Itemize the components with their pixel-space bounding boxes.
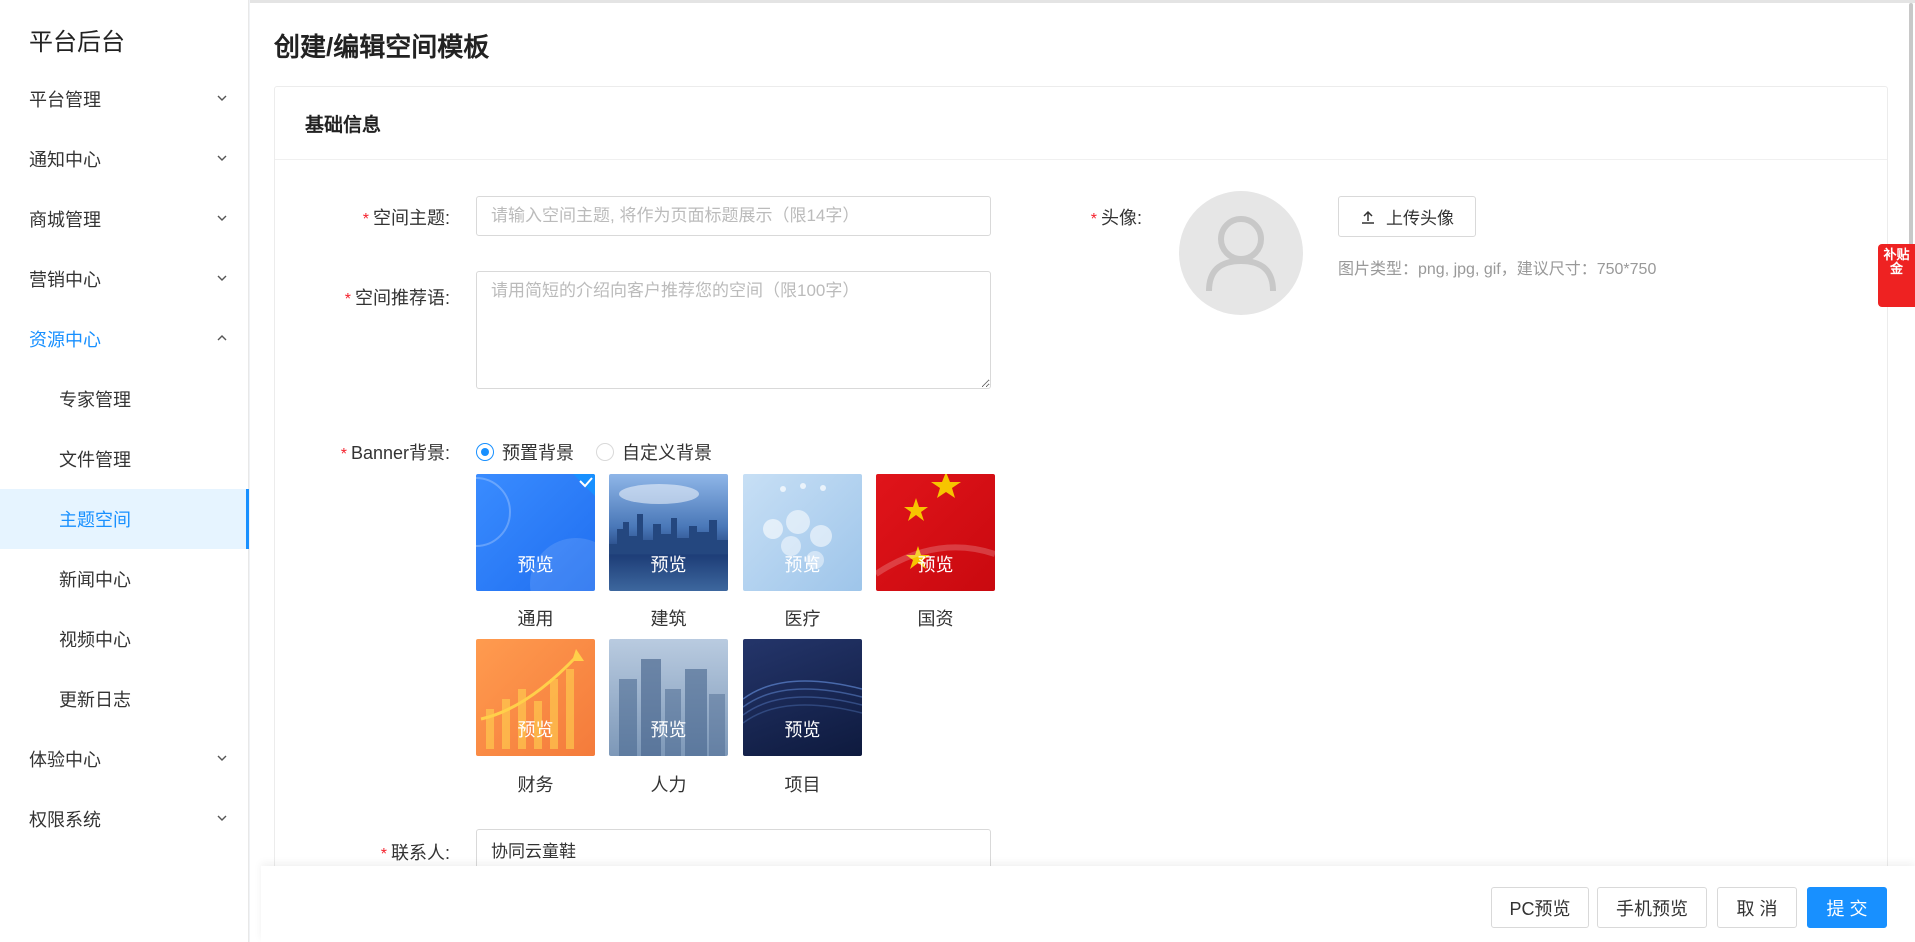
- sidebar-item-label: 视频中心: [59, 630, 131, 650]
- upload-avatar-button[interactable]: 上传头像: [1338, 196, 1476, 237]
- sidebar-item-label: 新闻中心: [59, 570, 131, 590]
- banner-label: * Banner背景:: [340, 443, 450, 463]
- main-content: 创建/编辑空间模板 基础信息 *空间主题: *空间推荐语: *头像: *Bann…: [250, 0, 1915, 942]
- sidebar-item-experience-center[interactable]: 体验中心: [0, 729, 249, 789]
- subsidy-badge[interactable]: 补贴金: [1878, 244, 1915, 307]
- scrollbar[interactable]: [1907, 3, 1915, 253]
- sidebar-item-video-center[interactable]: 视频中心: [0, 609, 249, 669]
- sidebar-item-news-center[interactable]: 新闻中心: [0, 549, 249, 609]
- preview-label: 预览: [784, 720, 821, 740]
- sidebar-item-topic-space[interactable]: 主题空间: [0, 489, 249, 549]
- banner-tile-finance[interactable]: 预览: [476, 639, 595, 756]
- sidebar-item-platform-manage[interactable]: 平台管理: [0, 69, 249, 129]
- banner-tile-state-owned[interactable]: 预览: [876, 474, 995, 591]
- sidebar-item-notice-center[interactable]: 通知中心: [0, 129, 249, 189]
- sidebar-item-file-manage[interactable]: 文件管理: [0, 429, 249, 489]
- sidebar-item-label: 文件管理: [59, 450, 131, 470]
- brand-title: 平台后台: [29, 29, 125, 56]
- chevron-down-icon: [217, 153, 227, 163]
- banner-name: 项目: [784, 775, 821, 795]
- banner-name: 国资: [917, 609, 954, 629]
- basic-info-card: 基础信息 *空间主题: *空间推荐语: *头像: *Banner背景: 预置背景…: [274, 86, 1888, 942]
- banner-tile-project[interactable]: 预览: [743, 639, 862, 756]
- required-mark: *: [380, 846, 387, 863]
- upload-icon: [1362, 210, 1374, 224]
- sidebar-item-label: 商城管理: [29, 210, 101, 230]
- avatar-label: * 头像:: [1090, 208, 1142, 228]
- page-title: 创建/编辑空间模板: [274, 32, 490, 62]
- banner-tile-general[interactable]: 预览: [476, 474, 595, 591]
- required-mark: *: [362, 211, 369, 228]
- banner-tile-architecture[interactable]: 预览: [609, 474, 728, 591]
- banner-tile-medical[interactable]: 预览: [743, 474, 862, 591]
- topic-label: * 空间主题:: [362, 208, 450, 228]
- required-mark: *: [1090, 211, 1097, 228]
- sidebar-item-label: 体验中心: [29, 750, 101, 770]
- banner-tile-hr[interactable]: 预览: [609, 639, 728, 756]
- cancel-button[interactable]: 取 消: [1717, 887, 1797, 928]
- radio-dot: [476, 443, 494, 461]
- submit-button[interactable]: 提 交: [1807, 887, 1887, 928]
- sidebar-item-mall-manage[interactable]: 商城管理: [0, 189, 249, 249]
- recommend-label: * 空间推荐语:: [344, 288, 450, 308]
- sidebar-item-label: 通知中心: [29, 150, 101, 170]
- banner-name: 建筑: [650, 609, 687, 629]
- banner-name: 财务: [517, 775, 554, 795]
- preview-label: 预览: [917, 555, 954, 575]
- radio-preset-background[interactable]: 预置背景: [476, 439, 574, 465]
- banner-name: 通用: [517, 609, 554, 629]
- user-icon: [1206, 216, 1276, 292]
- sidebar-item-permission-system[interactable]: 权限系统: [0, 789, 249, 849]
- sidebar-item-label: 平台管理: [29, 90, 101, 110]
- preview-label: 预览: [784, 555, 821, 575]
- chevron-down-icon: [217, 213, 227, 223]
- radio-dot: [596, 443, 614, 461]
- sidebar-item-changelog[interactable]: 更新日志: [0, 669, 249, 729]
- banner-name: 医疗: [784, 609, 821, 629]
- sidebar-item-label: 更新日志: [59, 690, 131, 710]
- section-title: 基础信息: [275, 87, 1887, 160]
- preview-label: 预览: [650, 720, 687, 740]
- sidebar-item-label: 营销中心: [29, 270, 101, 290]
- sidebar-item-label: 权限系统: [29, 810, 101, 830]
- sidebar-item-label: 专家管理: [59, 390, 131, 410]
- chevron-down-icon: [217, 273, 227, 283]
- preview-label: 预览: [517, 555, 554, 575]
- sidebar-item-label: 主题空间: [59, 510, 131, 530]
- sidebar-item-resource-center[interactable]: 资源中心: [0, 309, 249, 369]
- contact-input[interactable]: [476, 829, 991, 869]
- required-mark: *: [344, 291, 351, 308]
- radio-custom-background[interactable]: 自定义背景: [596, 439, 712, 465]
- chevron-down-icon: [217, 753, 227, 763]
- sidebar: 平台后台 平台管理 通知中心 商城管理 营销中心 资源中心 专家管理 文件管理 …: [0, 0, 249, 942]
- sidebar-item-label: 资源中心: [29, 330, 101, 350]
- footer-action-bar: PC预览 手机预览 取 消 提 交: [261, 866, 1915, 942]
- topic-input[interactable]: [476, 196, 991, 236]
- chevron-down-icon: [217, 93, 227, 103]
- pc-preview-button[interactable]: PC预览: [1491, 887, 1589, 928]
- sidebar-item-expert-manage[interactable]: 专家管理: [0, 369, 249, 429]
- banner-name: 人力: [650, 775, 687, 795]
- sidebar-item-marketing-center[interactable]: 营销中心: [0, 249, 249, 309]
- required-mark: *: [340, 446, 347, 463]
- preview-label: 预览: [517, 720, 554, 740]
- upload-hint: 图片类型：png, jpg, gif，建议尺寸：750*750: [1338, 261, 1657, 278]
- contact-label: * 联系人:: [380, 843, 450, 863]
- recommend-textarea[interactable]: [476, 271, 991, 389]
- avatar-placeholder: [1179, 191, 1303, 315]
- chevron-up-icon: [217, 333, 227, 343]
- preview-label: 预览: [650, 555, 687, 575]
- mobile-preview-button[interactable]: 手机预览: [1597, 887, 1707, 928]
- chevron-down-icon: [217, 813, 227, 823]
